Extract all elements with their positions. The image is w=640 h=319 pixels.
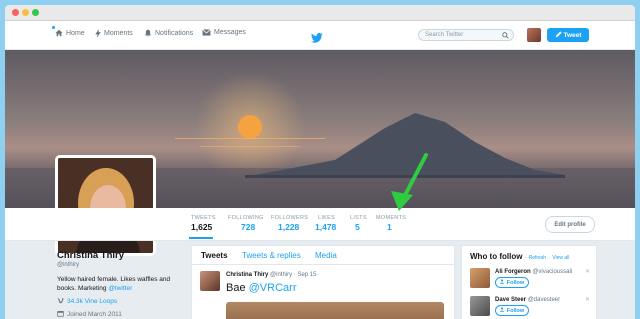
tab-tweets-and-replies[interactable]: Tweets & replies	[242, 251, 301, 260]
nav-messages-label: Messages	[214, 29, 246, 36]
follow-person-icon	[499, 279, 505, 286]
stat-value: 1,478	[315, 222, 337, 232]
stat-moments[interactable]: MOMENTS 1	[376, 215, 406, 232]
stat-label: FOLLOWERS	[271, 215, 309, 221]
suggested-user: Ali Forgeron @vivacioussali Follow ✕	[470, 268, 590, 292]
suggested-user-name[interactable]: Dave Steer	[495, 297, 526, 303]
who-to-follow-header: Who to follow · Refresh · View all	[470, 252, 569, 261]
tweet-text: Bae @VRCarr	[226, 282, 296, 294]
search-icon[interactable]	[502, 32, 509, 44]
tab-media[interactable]: Media	[315, 251, 337, 260]
tweet-button[interactable]: Tweet	[547, 28, 589, 42]
nav-home[interactable]: Home	[52, 26, 85, 37]
home-icon	[52, 26, 63, 37]
stat-following[interactable]: FOLLOWING 728	[228, 215, 264, 232]
vine-icon	[57, 297, 64, 306]
vine-loops: 34.3k Vine Loops	[57, 297, 182, 306]
stat-label: FOLLOWING	[228, 215, 264, 221]
tweet-button-label: Tweet	[563, 31, 582, 39]
minimize-window-button[interactable]	[22, 9, 29, 16]
stat-followers[interactable]: FOLLOWERS 1,228	[271, 215, 308, 232]
follow-button-label: Follow	[506, 307, 525, 314]
stat-lists[interactable]: LISTS 5	[350, 215, 367, 232]
stat-value: 5	[355, 222, 360, 232]
nav-moments-label: Moments	[104, 30, 133, 37]
follow-button[interactable]: Follow	[495, 305, 529, 316]
joined-text: Joined March 2011	[67, 311, 122, 318]
joined-date: Joined March 2011	[57, 310, 182, 319]
top-navbar: Home Moments Notifications Messages Sear…	[5, 21, 635, 50]
stat-value: 1,228	[278, 222, 300, 232]
stat-label: TWEETS	[191, 215, 216, 221]
nav-notifications-label: Notifications	[155, 29, 194, 37]
tweet-media-image[interactable]	[226, 302, 444, 319]
browser-window: Home Moments Notifications Messages Sear…	[5, 5, 635, 319]
who-to-follow-title: Who to follow	[470, 252, 523, 261]
separator-dot: ·	[524, 255, 527, 261]
tweet-body: Bae	[226, 282, 249, 294]
suggested-user-avatar[interactable]	[470, 268, 490, 288]
search-placeholder: Search Twitter	[425, 32, 464, 38]
stat-label: LIKES	[318, 215, 336, 221]
calendar-icon	[57, 310, 64, 319]
search-input[interactable]: Search Twitter	[418, 29, 514, 41]
close-window-button[interactable]	[12, 9, 19, 16]
timeline-tabs: Tweets Tweets & replies Media	[192, 246, 454, 265]
tweet-header: Christina Thiry @inthiry · Sep 15	[226, 272, 316, 278]
suggested-user-name-line: Ali Forgeron @vivacioussali	[495, 269, 572, 275]
stat-label: LISTS	[350, 215, 367, 221]
timeline-panel: Tweets Tweets & replies Media Christina …	[191, 245, 455, 319]
nav-moments[interactable]: Moments	[95, 29, 133, 38]
who-to-follow-panel: Who to follow · Refresh · View all Ali F…	[461, 245, 597, 319]
follow-button-label: Follow	[506, 279, 525, 286]
tweet-author-avatar[interactable]	[200, 271, 220, 291]
envelope-icon	[202, 29, 211, 36]
tweet-mention-link[interactable]: @VRCarr	[249, 282, 297, 294]
profile-card: Christina Thiry @inthiry Yellow haired f…	[57, 250, 182, 319]
account-avatar[interactable]	[527, 28, 541, 42]
follow-person-icon	[499, 307, 505, 314]
nav-messages[interactable]: Messages	[202, 29, 246, 36]
dismiss-icon[interactable]: ✕	[585, 268, 590, 275]
bell-icon	[144, 29, 152, 37]
compose-icon	[555, 30, 562, 40]
tweet-meta: @inthiry · Sep 15	[270, 272, 317, 278]
nav-notifications[interactable]: Notifications	[144, 29, 193, 37]
view-all-link[interactable]: View all	[552, 255, 569, 261]
profile-bio-link[interactable]: @twitter	[108, 285, 132, 292]
suggested-user-name[interactable]: Ali Forgeron	[495, 269, 531, 275]
dismiss-icon[interactable]: ✕	[585, 296, 590, 303]
tweet-author-name[interactable]: Christina Thiry	[226, 272, 268, 278]
suggested-user-name-line: Dave Steer @davesteer	[495, 297, 560, 303]
maximize-window-button[interactable]	[32, 9, 39, 16]
edit-profile-button[interactable]: Edit profile	[545, 216, 595, 233]
stat-value: 1,625	[191, 222, 213, 232]
stat-value: 1	[387, 222, 392, 232]
separator-dot: ·	[548, 255, 550, 261]
profile-name[interactable]: Christina Thiry	[57, 250, 182, 261]
suggested-user-avatar[interactable]	[470, 296, 490, 316]
stat-label: MOMENTS	[376, 215, 407, 221]
active-stat-underline	[189, 237, 213, 239]
profile-stats-bar: TWEETS 1,625 FOLLOWING 728 FOLLOWERS 1,2…	[5, 208, 635, 241]
tab-tweets[interactable]: Tweets	[201, 251, 228, 260]
follow-button[interactable]: Follow	[495, 277, 529, 288]
suggested-user-handle: @vivacioussali	[532, 269, 573, 275]
window-titlebar	[5, 5, 635, 21]
stat-likes[interactable]: LIKES 1,478	[315, 215, 337, 232]
stat-tweets[interactable]: TWEETS 1,625	[191, 215, 216, 232]
profile-bio: Yellow haired female. Likes waffles and …	[57, 275, 182, 293]
refresh-link[interactable]: Refresh	[529, 255, 547, 261]
twitter-bird-logo[interactable]	[310, 30, 323, 48]
bolt-icon	[95, 29, 101, 38]
suggested-user: Dave Steer @davesteer Follow ✕	[470, 296, 590, 319]
nav-home-label: Home	[66, 29, 85, 37]
vine-loops-link[interactable]: 34.3k Vine Loops	[67, 298, 117, 305]
profile-handle[interactable]: @inthiry	[57, 262, 182, 268]
suggested-user-handle: @davesteer	[527, 297, 561, 303]
stat-value: 728	[241, 222, 256, 232]
